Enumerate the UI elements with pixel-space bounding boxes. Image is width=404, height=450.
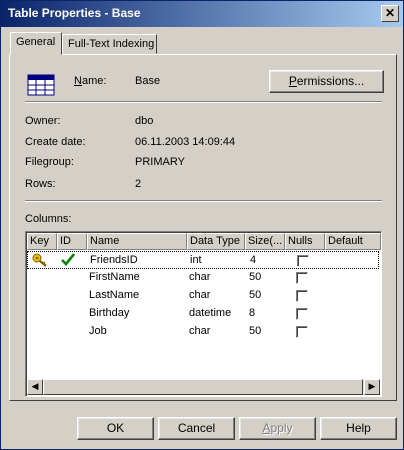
nulls-checkbox[interactable] xyxy=(296,326,308,338)
column-size: 50 xyxy=(249,289,262,301)
nulls-checkbox[interactable] xyxy=(296,290,308,302)
cancel-button[interactable]: Cancel xyxy=(158,417,235,440)
columns-grid-header: Key ID Name Data Type Size(... Nulls Def… xyxy=(27,233,381,250)
table-row[interactable]: Birthday datetime 8 xyxy=(27,305,379,323)
columns-grid[interactable]: Key ID Name Data Type Size(... Nulls Def… xyxy=(25,231,382,397)
owner-label: Owner: xyxy=(25,115,61,127)
window-title: Table Properties - Base xyxy=(8,6,141,20)
column-header-key[interactable]: Key xyxy=(27,233,57,250)
column-name: LastName xyxy=(89,289,140,301)
column-data-type: char xyxy=(189,289,211,301)
checkmark-icon xyxy=(61,253,75,266)
rows-value: 2 xyxy=(135,178,142,190)
filegroup-value: PRIMARY xyxy=(135,156,185,168)
scroll-left-button[interactable]: ◀ xyxy=(27,379,43,395)
column-size: 4 xyxy=(250,254,257,266)
name-value: Base xyxy=(135,75,161,87)
table-row[interactable]: FirstName char 50 xyxy=(27,269,379,287)
tab-general[interactable]: General xyxy=(10,32,62,55)
nulls-checkbox[interactable] xyxy=(296,272,308,284)
nulls-checkbox[interactable] xyxy=(297,255,309,267)
scrollbar-thumb[interactable] xyxy=(43,379,363,395)
column-data-type: char xyxy=(189,325,211,337)
create-date-value: 06.11.2003 14:09:44 xyxy=(135,136,236,148)
owner-value: dbo xyxy=(135,115,154,127)
column-size: 8 xyxy=(249,307,256,319)
general-tab-panel: Name: Base Permissions... Owner: dbo Cre… xyxy=(9,54,397,401)
column-header-name[interactable]: Name xyxy=(87,233,187,250)
column-size: 50 xyxy=(249,271,262,283)
separator xyxy=(25,101,382,103)
name-label: Name: xyxy=(74,75,107,87)
ok-button[interactable]: OK xyxy=(77,417,154,440)
arrow-right-icon: ▶ xyxy=(368,381,376,391)
column-name: Birthday xyxy=(89,307,130,319)
table-row[interactable]: Job char 50 xyxy=(27,323,379,341)
column-header-default[interactable]: Default xyxy=(325,233,381,250)
apply-button[interactable]: Apply xyxy=(239,417,316,440)
title-bar[interactable]: Table Properties - Base ✕ xyxy=(1,1,403,27)
column-header-id[interactable]: ID xyxy=(57,233,87,250)
column-header-data-type[interactable]: Data Type xyxy=(187,233,245,250)
filegroup-label: Filegroup: xyxy=(25,156,74,168)
close-icon: ✕ xyxy=(384,6,396,20)
column-data-type: char xyxy=(189,271,211,283)
column-size: 50 xyxy=(249,325,262,337)
column-header-size[interactable]: Size(... xyxy=(245,233,285,250)
column-name: FriendsID xyxy=(90,254,138,266)
nulls-checkbox[interactable] xyxy=(296,308,308,320)
scroll-right-button[interactable]: ▶ xyxy=(364,379,380,395)
separator xyxy=(25,200,382,202)
create-date-label: Create date: xyxy=(25,136,86,148)
horizontal-scrollbar[interactable]: ◀ ▶ xyxy=(27,379,380,395)
table-icon xyxy=(27,74,55,96)
table-properties-dialog: Table Properties - Base ✕ General Full-T… xyxy=(0,0,404,450)
tab-full-text-indexing-label: Full-Text Indexing xyxy=(68,38,155,50)
column-header-nulls[interactable]: Nulls xyxy=(285,233,325,250)
table-row[interactable]: FriendsID int 4 xyxy=(27,251,379,269)
column-data-type: int xyxy=(190,254,202,266)
key-icon xyxy=(32,253,47,267)
tab-general-label: General xyxy=(16,36,56,48)
column-data-type: datetime xyxy=(189,307,232,319)
help-button[interactable]: Help xyxy=(320,417,397,440)
column-name: FirstName xyxy=(89,271,140,283)
close-button[interactable]: ✕ xyxy=(381,5,399,22)
table-row[interactable]: LastName char 50 xyxy=(27,287,379,305)
tab-full-text-indexing[interactable]: Full-Text Indexing xyxy=(62,34,157,54)
rows-label: Rows: xyxy=(25,178,56,190)
permissions-button[interactable]: Permissions... xyxy=(269,70,384,93)
columns-label: Columns: xyxy=(25,213,72,225)
arrow-left-icon: ◀ xyxy=(31,381,39,391)
column-name: Job xyxy=(89,325,107,337)
